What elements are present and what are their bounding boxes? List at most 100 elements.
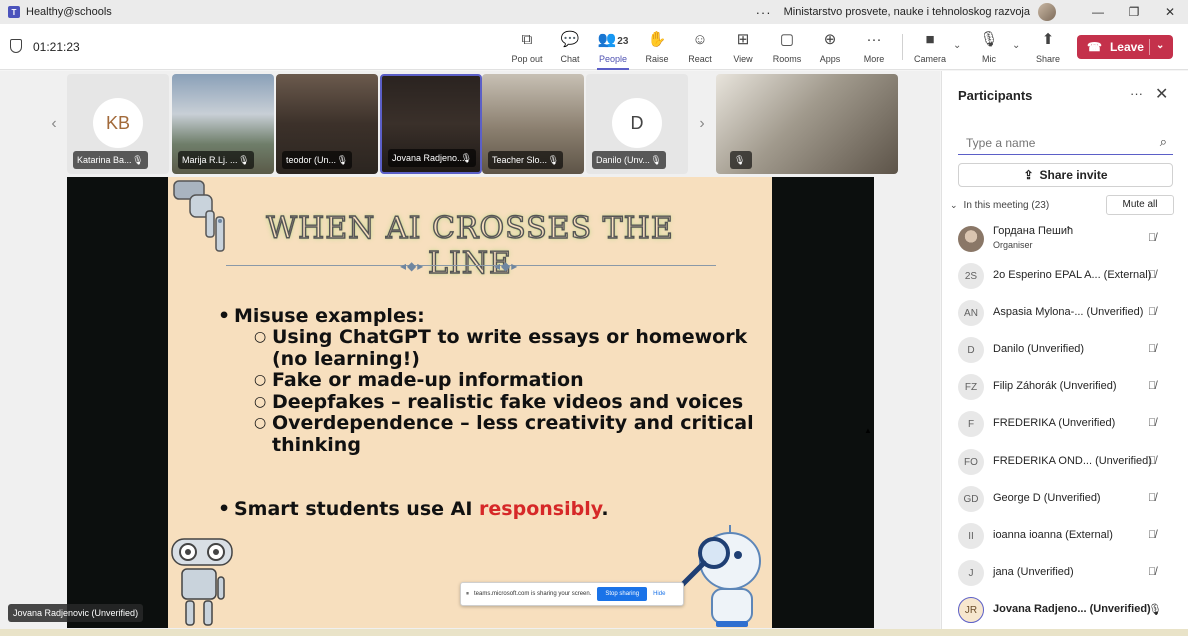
- sub-bullet: Using ChatGPT to write essays or homewor…: [218, 326, 758, 370]
- mic-off-icon: 🎙̸: [1148, 566, 1157, 578]
- pop-out-button[interactable]: ⧉ Pop out: [505, 30, 549, 64]
- participant-row[interactable]: FO FREDERIKA OND... (Unverified) 🎙̸: [958, 446, 1173, 478]
- mic-options-chevron-icon[interactable]: ⌄: [1012, 40, 1020, 51]
- participant-avatar: JR: [958, 597, 984, 623]
- minimize-button[interactable]: —: [1080, 5, 1116, 19]
- magnifier-robot-illustration: [679, 525, 761, 627]
- people-button[interactable]: 👥23 People: [591, 30, 635, 70]
- video-tile[interactable]: Teacher Slo... 🎙: [482, 74, 584, 174]
- tile-name-label: Danilo (Unv... 🎙: [592, 151, 666, 169]
- tile-name-label: Katarina Ba... 🎙: [73, 151, 148, 169]
- maximize-button[interactable]: ❐: [1116, 5, 1152, 19]
- bullet-heading: Misuse examples:: [218, 305, 758, 327]
- ornament-icon: ◂◆▸: [400, 259, 425, 273]
- closing-bullet: Smart students use AI responsibly.: [218, 498, 758, 520]
- participant-row[interactable]: J jana (Unverified) 🎙̸: [958, 557, 1173, 589]
- sub-bullet: Deepfakes – realistic fake videos and vo…: [218, 391, 758, 414]
- chat-icon: 💬: [560, 31, 580, 48]
- teams-logo-icon: T: [8, 6, 20, 18]
- mic-off-icon: 🎙̸: [1148, 417, 1157, 429]
- hide-banner-button[interactable]: Hide: [653, 591, 665, 597]
- toolbar-divider: [902, 34, 903, 60]
- video-tile[interactable]: Marija R.Lj. ... 🎙: [172, 74, 274, 174]
- apps-button[interactable]: ⊕ Apps: [808, 30, 852, 64]
- mic-off-icon: 🎙: [979, 31, 999, 48]
- participant-row[interactable]: II ioanna ioanna (External) 🎙̸: [958, 520, 1173, 552]
- video-tile[interactable]: D Danilo (Unv... 🎙: [586, 74, 688, 174]
- in-meeting-section-toggle[interactable]: ⌄ In this meeting (23): [950, 200, 1049, 211]
- mic-button[interactable]: 🎙 Mic: [967, 30, 1011, 64]
- participant-avatar: AN: [958, 300, 984, 326]
- shield-icon: [10, 39, 22, 53]
- participant-name: Filip Záhorák (Unverified): [993, 380, 1117, 392]
- participant-name: Гордана Пешић: [993, 225, 1074, 237]
- video-tile[interactable]: 🎙: [716, 74, 898, 174]
- participant-search[interactable]: ⌕: [958, 131, 1173, 155]
- participant-row[interactable]: D Danilo (Unverified) 🎙̸: [958, 334, 1173, 366]
- share-banner-text: teams.microsoft.com is sharing your scre…: [474, 591, 592, 597]
- camera-button[interactable]: ■ Camera: [908, 30, 952, 64]
- tile-name-label: Jovana Radjeno... 🎙: [388, 149, 476, 167]
- participant-row[interactable]: 2S 2o Esperino EPAL A... (External) 🎙̸: [958, 260, 1173, 292]
- share-invite-button[interactable]: ⇪ Share invite: [958, 163, 1173, 187]
- screen-share-banner: ⏸ teams.microsoft.com is sharing your sc…: [460, 582, 684, 606]
- participant-row[interactable]: FZ Filip Záhorák (Unverified) 🎙̸: [958, 371, 1173, 403]
- panel-title: Participants: [958, 88, 1033, 103]
- participant-name: ioanna ioanna (External): [993, 529, 1113, 541]
- account-avatar[interactable]: [1038, 3, 1056, 21]
- participant-avatar: 2S: [958, 263, 984, 289]
- panel-more-options-icon[interactable]: ···: [1130, 86, 1143, 101]
- participant-avatar: [958, 226, 984, 252]
- close-window-button[interactable]: ✕: [1152, 5, 1188, 19]
- participant-row[interactable]: AN Aspasia Mylona-... (Unverified) 🎙̸: [958, 297, 1173, 329]
- mic-off-icon: 🎙̸: [1148, 269, 1157, 281]
- participant-avatar: KB: [93, 98, 143, 148]
- participant-row[interactable]: Гордана Пешић Organiser 🎙̸: [958, 223, 1173, 255]
- raise-hand-button[interactable]: ✋ Raise: [635, 30, 679, 64]
- panel-close-icon[interactable]: ✕: [1155, 84, 1168, 104]
- robot-illustration: [171, 538, 233, 626]
- mic-off-icon: 🎙̸: [1148, 232, 1157, 244]
- share-button[interactable]: ⬆ Share: [1026, 30, 1070, 64]
- react-button[interactable]: ☺ React: [678, 30, 722, 64]
- mic-off-icon: 🎙̸: [1148, 380, 1157, 392]
- participant-avatar: D: [958, 337, 984, 363]
- participant-name: Jovana Radjeno... (Unverified): [993, 603, 1151, 615]
- leave-options-chevron-icon[interactable]: ⌄: [1156, 40, 1164, 51]
- tile-name: Teacher Slo...: [492, 155, 548, 165]
- search-input[interactable]: [966, 136, 1146, 150]
- organization-name: Ministarstvo prosvete, nauke i tehnolosk…: [783, 6, 1030, 18]
- camera-icon: ■: [925, 31, 935, 48]
- participant-avatar: F: [958, 411, 984, 437]
- strip-prev-arrow-icon[interactable]: ‹: [42, 74, 66, 174]
- more-button[interactable]: ··· More: [852, 30, 896, 64]
- meeting-timer: 01:21:23: [33, 40, 80, 54]
- participant-name: 2o Esperino EPAL A... (External): [993, 269, 1152, 281]
- mic-off-icon: 🎙: [734, 155, 746, 165]
- participant-row[interactable]: JR Jovana Radjeno... (Unverified) 🎙: [958, 594, 1173, 626]
- mic-label: Mic: [982, 54, 996, 64]
- search-icon: ⌕: [1159, 134, 1167, 149]
- participant-row[interactable]: GD George D (Unverified) 🎙̸: [958, 483, 1173, 515]
- video-tile-active-speaker[interactable]: Jovana Radjeno... 🎙: [380, 74, 482, 174]
- sub-bullet: Fake or made-up information: [218, 369, 758, 392]
- leave-button[interactable]: ☎ Leave ⌄: [1077, 35, 1173, 59]
- participant-name: George D (Unverified): [993, 492, 1101, 504]
- view-button[interactable]: ⊞ View: [721, 30, 765, 64]
- mute-all-button[interactable]: Mute all: [1106, 195, 1174, 215]
- video-tile[interactable]: KB Katarina Ba... 🎙: [67, 74, 169, 174]
- more-options-icon[interactable]: ···: [756, 5, 772, 20]
- strip-next-arrow-icon[interactable]: ›: [690, 74, 714, 174]
- video-tile[interactable]: teodor (Un... 🎙: [276, 74, 378, 174]
- more-label: More: [863, 54, 885, 64]
- camera-options-chevron-icon[interactable]: ⌄: [953, 40, 961, 51]
- chat-button[interactable]: 💬 Chat: [548, 30, 592, 64]
- participant-row[interactable]: F FREDERIKA (Unverified) 🎙̸: [958, 408, 1173, 440]
- stop-sharing-button[interactable]: Stop sharing: [597, 587, 648, 601]
- rooms-button[interactable]: ▢ Rooms: [765, 30, 809, 64]
- participants-panel: Participants ··· ✕ ⌕ ⇪ Share invite ⌄ In …: [941, 71, 1188, 629]
- participant-name: FREDERIKA (Unverified): [993, 417, 1116, 429]
- mic-off-icon: 🎙̸: [1148, 455, 1157, 467]
- ellipsis-icon: ···: [866, 31, 882, 48]
- mic-off-icon: 🎙: [460, 153, 472, 163]
